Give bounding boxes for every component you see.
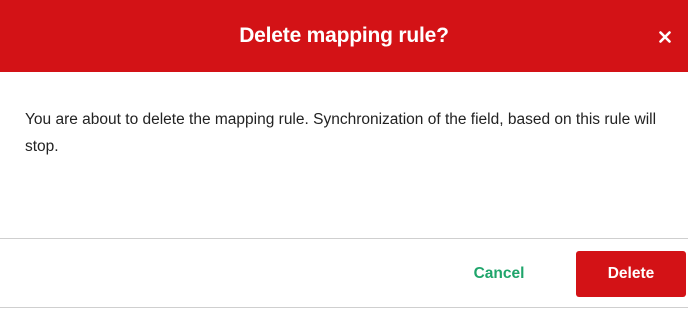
footer-divider-bottom (0, 307, 688, 308)
close-button[interactable] (656, 28, 674, 46)
dialog-title: Delete mapping rule? (239, 24, 449, 47)
close-icon (659, 31, 671, 43)
delete-button[interactable]: Delete (576, 251, 686, 297)
dialog-header: Delete mapping rule? (0, 0, 688, 72)
cancel-button[interactable]: Cancel (455, 251, 543, 297)
delete-mapping-rule-dialog: Delete mapping rule? You are about to de… (0, 0, 688, 309)
dialog-message: You are about to delete the mapping rule… (25, 111, 657, 155)
footer-divider-top (0, 238, 688, 239)
